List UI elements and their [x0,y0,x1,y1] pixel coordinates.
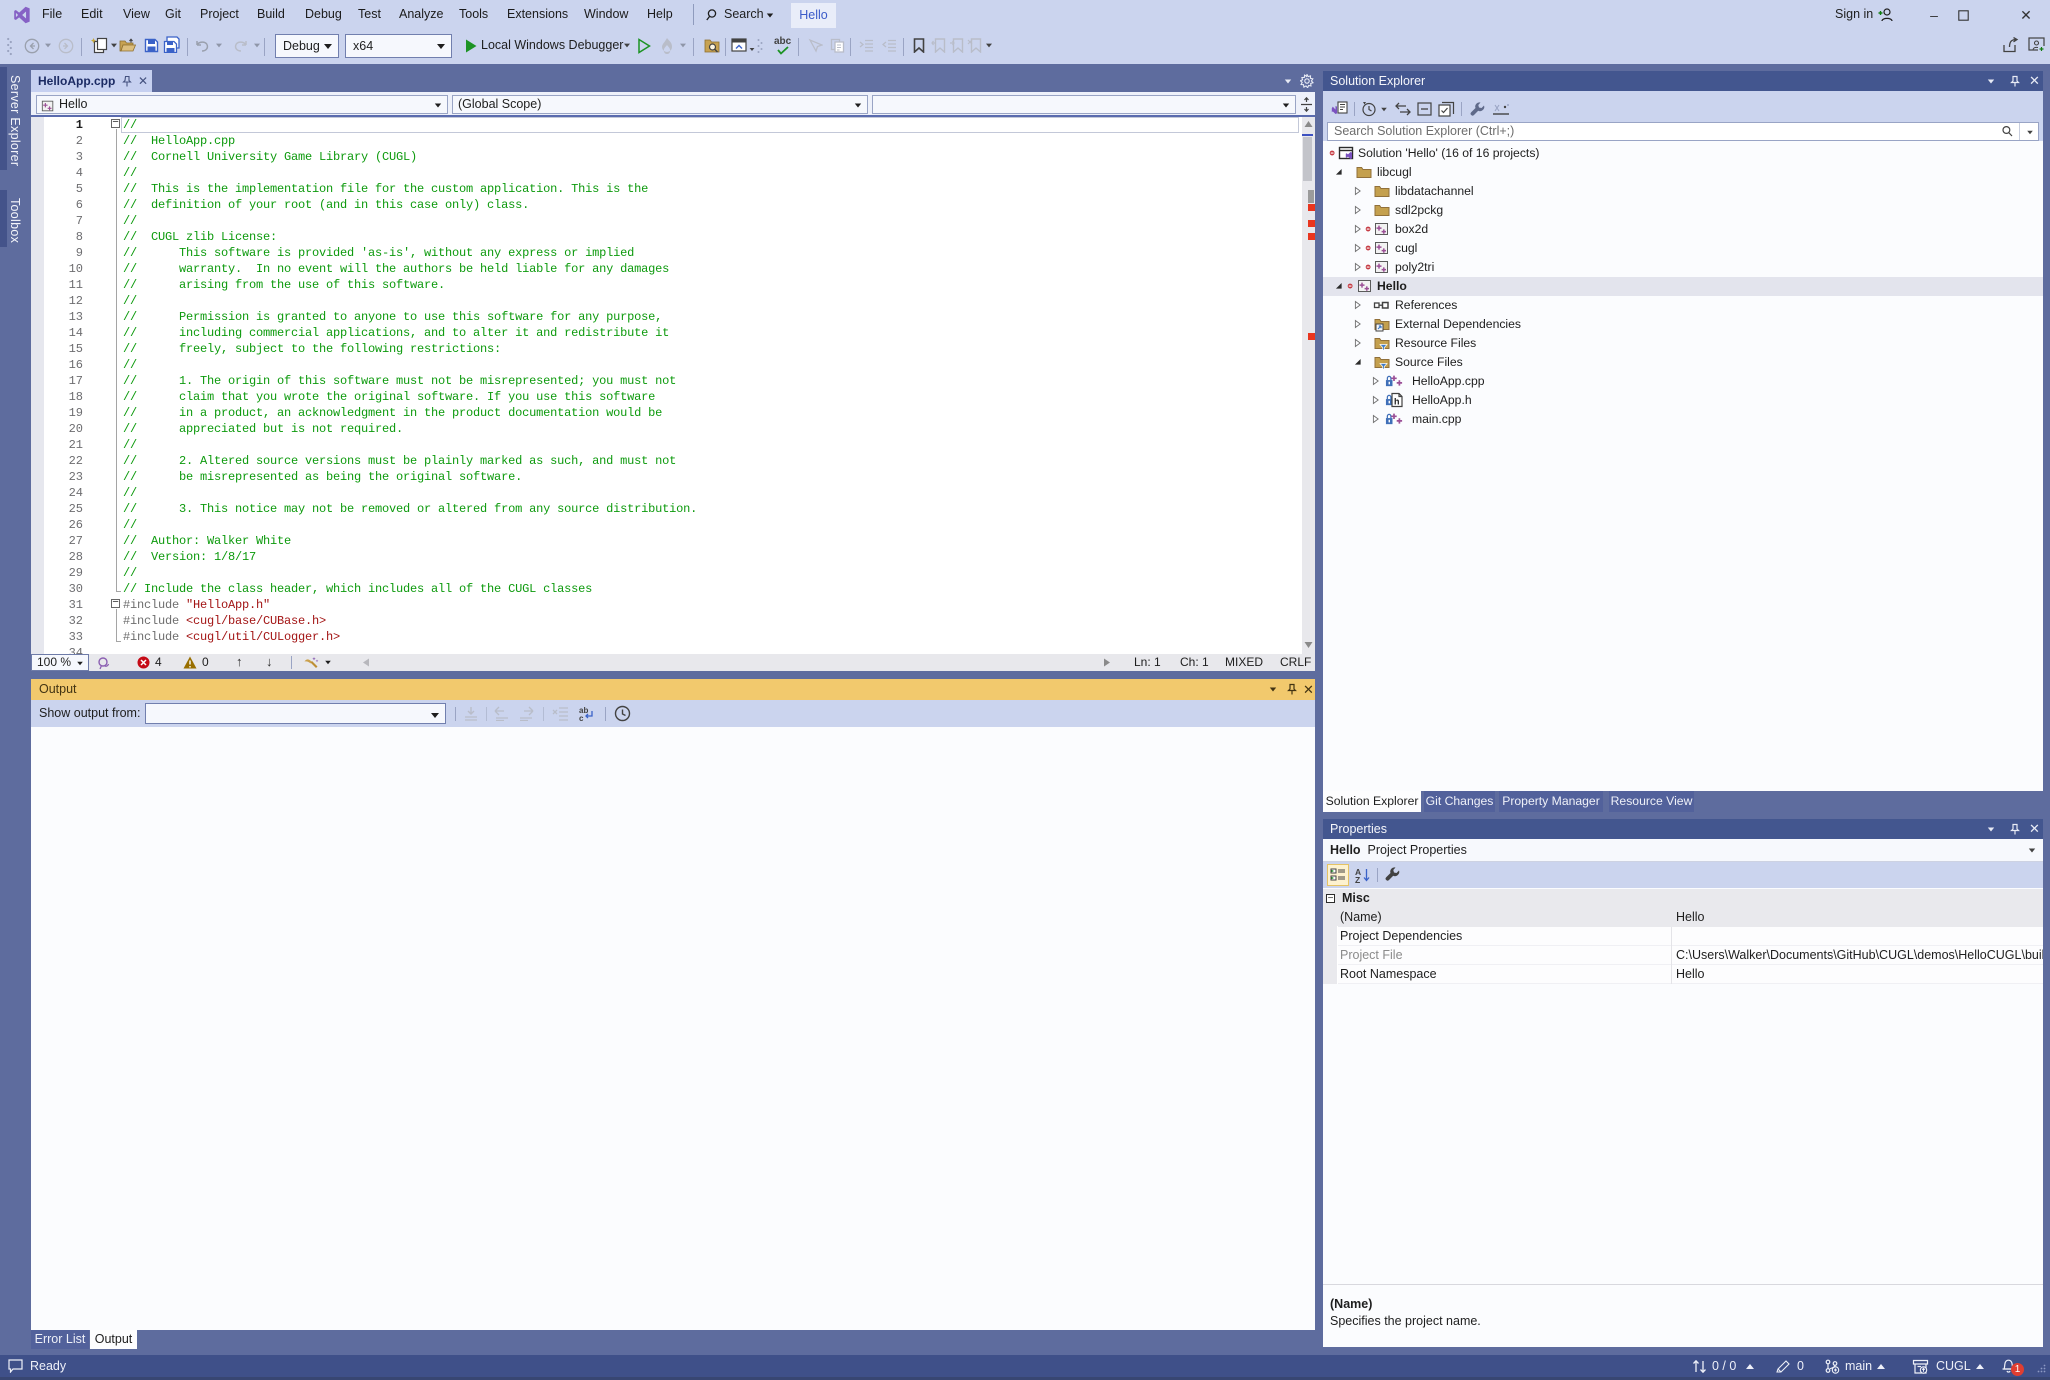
svg-text:Z: Z [1355,875,1360,883]
svg-text:h: h [1394,397,1400,407]
svg-text:c: c [579,714,584,722]
